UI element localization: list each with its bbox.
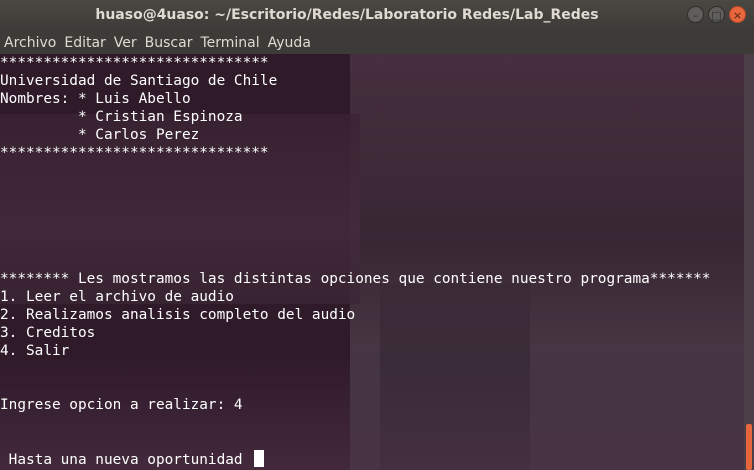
menu-editar[interactable]: Editar <box>64 35 105 51</box>
menu-terminal[interactable]: Terminal <box>200 35 259 51</box>
terminal-line: 2. Realizamos analisis completo del audi… <box>0 307 356 323</box>
window-controls: – □ × <box>687 6 746 23</box>
terminal-window: huaso@4uaso: ~/Escritorio/Redes/Laborato… <box>0 0 754 470</box>
terminal-line: ******** Les mostramos las distintas opc… <box>0 271 711 287</box>
menu-buscar[interactable]: Buscar <box>145 35 193 51</box>
terminal-line: ******************************* <box>0 55 269 71</box>
maximize-button[interactable]: □ <box>708 6 725 23</box>
terminal-line: ******************************* <box>0 145 269 161</box>
menu-archivo[interactable]: Archivo <box>4 35 56 51</box>
close-button[interactable]: × <box>729 6 746 23</box>
terminal-line: 4. Salir <box>0 343 70 359</box>
terminal-line: 3. Creditos <box>0 325 96 341</box>
terminal-line: * Carlos Perez <box>0 127 200 143</box>
menu-ayuda[interactable]: Ayuda <box>268 35 311 51</box>
terminal-output[interactable]: ******************************* Universi… <box>0 54 744 470</box>
terminal-line: Ingrese opcion a realizar: 4 <box>0 397 243 413</box>
terminal-line: Universidad de Santiago de Chile <box>0 73 278 89</box>
menu-ver[interactable]: Ver <box>114 35 137 51</box>
terminal-line: * Cristian Espinoza <box>0 109 243 125</box>
minimize-button[interactable]: – <box>687 6 704 23</box>
terminal-last-line: Hasta una nueva oportunidad <box>0 450 710 468</box>
terminal-line: Nombres: * Luis Abello <box>0 91 191 107</box>
title-bar[interactable]: huaso@4uaso: ~/Escritorio/Redes/Laborato… <box>0 0 754 31</box>
window-title: huaso@4uaso: ~/Escritorio/Redes/Laborato… <box>95 7 599 23</box>
terminal-line-text: Hasta una nueva oportunidad <box>0 452 252 468</box>
scrollbar[interactable] <box>744 54 754 470</box>
scrollbar-thumb[interactable] <box>746 424 752 470</box>
terminal-text: ******************************* Universi… <box>0 54 710 468</box>
menu-bar: Archivo Editar Ver Buscar Terminal Ayuda <box>0 31 754 54</box>
text-cursor <box>254 450 265 467</box>
terminal-line: 1. Leer el archivo de audio <box>0 289 234 305</box>
